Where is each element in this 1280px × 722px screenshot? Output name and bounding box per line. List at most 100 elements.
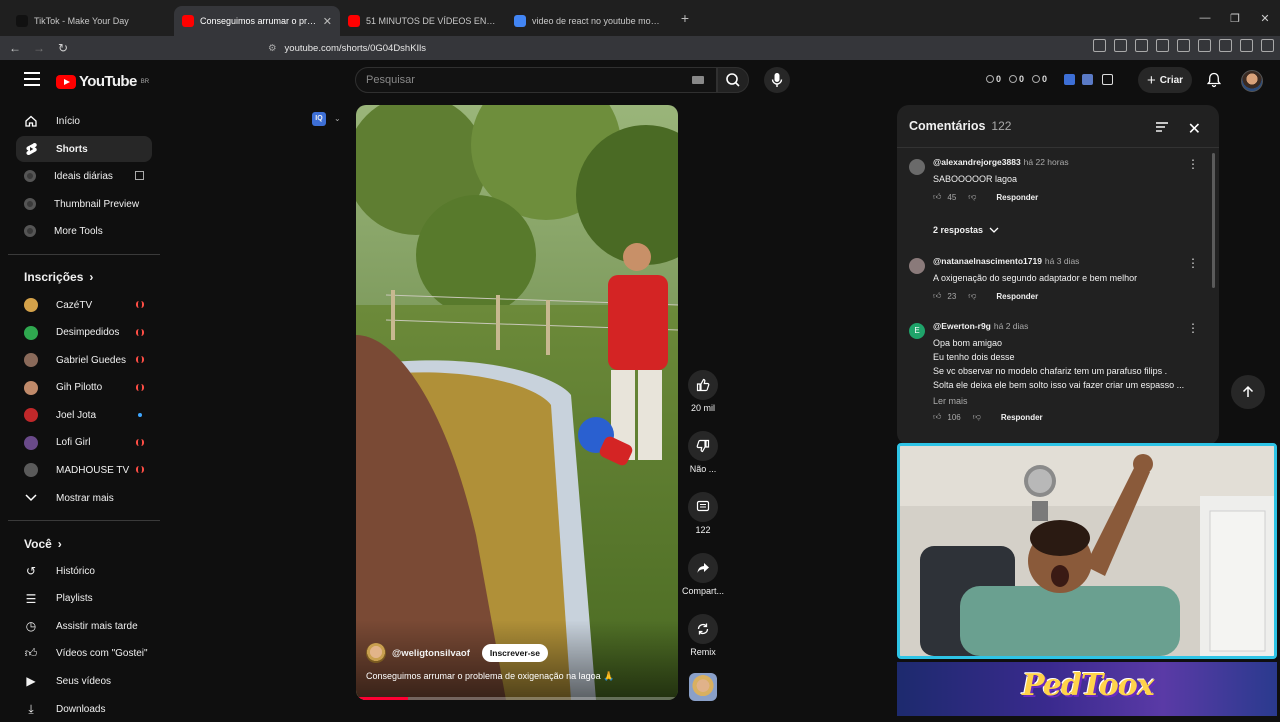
more-options-icon[interactable]: ⋮ [1187, 157, 1199, 171]
comment-author[interactable]: @natanaelnascimento1719 há 3 dias [933, 256, 1195, 266]
sidebar-item-you[interactable]: ▶ Seus vídeos [16, 668, 152, 694]
like-icon[interactable]: 👍︎ [933, 291, 941, 301]
share-button[interactable]: Compart... [682, 553, 724, 596]
sound-thumbnail[interactable] [689, 673, 717, 701]
previous-short-button[interactable] [1231, 375, 1265, 409]
comments-divider [897, 147, 1219, 148]
like-icon[interactable]: 👍︎ [933, 412, 941, 422]
extension-icon[interactable] [1177, 39, 1190, 52]
iq-extension-badge[interactable]: IQ [312, 112, 326, 126]
keyboard-icon[interactable] [692, 76, 704, 84]
subscription-item[interactable]: Gabriel Guedes [16, 347, 152, 373]
sidebar-item-you[interactable]: ⤓ Downloads [16, 696, 152, 722]
youtube-logo[interactable]: YouTube BR [56, 73, 149, 90]
extension-icon[interactable] [1135, 39, 1148, 52]
you-title: Você [24, 537, 52, 551]
show-more-button[interactable]: Mostrar mais [16, 485, 152, 511]
you-heading[interactable]: Você › [24, 537, 62, 551]
channel-name[interactable]: @weligtonsilvaof [392, 648, 470, 659]
shorts-video-player[interactable]: @weligtonsilvaof Inscrever-se Conseguimo… [356, 105, 678, 700]
extension-icon[interactable] [1198, 39, 1211, 52]
dislike-icon[interactable]: 👎︎ [968, 291, 976, 301]
sidebar-item-ideias[interactable]: Ideais diárias [16, 163, 152, 189]
dislike-button[interactable]: Não ... [682, 431, 724, 474]
sort-icon[interactable] [1155, 121, 1169, 133]
new-tab-button[interactable]: + [672, 10, 698, 26]
short-title[interactable]: Conseguimos arrumar o problema de oxigen… [366, 671, 614, 682]
chevron-down-icon[interactable]: ⌄ [334, 114, 341, 123]
read-more-link[interactable]: Ler mais [933, 396, 1195, 406]
extension-icon[interactable] [1240, 39, 1253, 52]
subscription-item[interactable]: Joel Jota [16, 402, 152, 428]
maximize-button[interactable]: ❐ [1220, 12, 1250, 25]
sidebar-item-home[interactable]: Início [16, 108, 152, 134]
sidebar-item-thumbnail-preview[interactable]: Thumbnail Preview [16, 191, 152, 217]
tab-favicon-icon [348, 15, 360, 27]
forward-button[interactable]: → [32, 41, 46, 55]
site-info-icon[interactable]: ⚙ [268, 43, 277, 54]
subscription-item[interactable]: Lofi Girl [16, 430, 152, 456]
sidebar-item-you[interactable]: ↺ Histórico [16, 558, 152, 584]
dislike-icon[interactable]: 👎︎ [968, 192, 976, 202]
comment-author[interactable]: @alexandrejorge3883 há 22 horas [933, 157, 1195, 167]
subscription-item[interactable]: CazéTV [16, 292, 152, 318]
subscribe-button[interactable]: Inscrever-se [481, 644, 548, 662]
trophy-icon[interactable] [1102, 74, 1113, 85]
video-progress-bar[interactable] [356, 697, 678, 700]
extension-icon[interactable] [1082, 74, 1093, 85]
account-avatar[interactable] [1241, 70, 1263, 92]
channel-avatar[interactable] [366, 643, 386, 663]
minimize-button[interactable]: — [1190, 12, 1220, 24]
sidebar-item-you[interactable]: ◷ Assistir mais tarde [16, 613, 152, 639]
browser-tab[interactable]: video de react no youtube monetiza [506, 6, 672, 36]
extension-icon[interactable] [1219, 39, 1232, 52]
logo-region: BR [140, 78, 150, 85]
browser-tab[interactable]: Conseguimos arrumar o problema ✕ [174, 6, 340, 36]
close-icon[interactable]: ✕ [1188, 119, 1201, 139]
view-replies-button[interactable]: 2 respostas [933, 225, 999, 235]
reply-button[interactable]: Responder [1001, 413, 1043, 422]
subscription-item[interactable]: Gih Pilotto [16, 375, 152, 401]
sidebar-item-shorts[interactable]: Shorts [16, 136, 152, 162]
comment-avatar[interactable] [909, 159, 925, 175]
create-button[interactable]: + Criar [1138, 67, 1192, 93]
extension-icon[interactable] [1093, 39, 1106, 52]
notifications-bell-icon[interactable] [1206, 72, 1222, 88]
hamburger-menu-icon[interactable] [24, 72, 40, 86]
comments-button[interactable]: 122 [682, 492, 724, 535]
reload-button[interactable]: ↻ [56, 41, 70, 55]
extension-icon[interactable] [1114, 39, 1127, 52]
comment-author[interactable]: @Ewerton-r9g há 2 dias [933, 321, 1195, 331]
sidebar-item-more-tools[interactable]: More Tools [16, 218, 152, 244]
reply-button[interactable]: Responder [996, 193, 1038, 202]
close-window-button[interactable]: ✕ [1250, 12, 1280, 25]
more-options-icon[interactable]: ⋮ [1187, 256, 1199, 270]
subscriptions-heading[interactable]: Inscrições › [24, 270, 93, 284]
close-tab-icon[interactable]: ✕ [323, 15, 332, 28]
sidebar-item-you[interactable]: 👍︎ Vídeos com "Gostei" [16, 641, 152, 667]
browser-tab[interactable]: TikTok - Make Your Day [8, 6, 174, 36]
subscription-item[interactable]: MADHOUSE TV [16, 457, 152, 483]
subscription-item[interactable]: Desimpedidos [16, 320, 152, 346]
more-options-icon[interactable]: ⋮ [1187, 321, 1199, 335]
address-bar[interactable]: ⚙ youtube.com/shorts/0G04DshKIls [260, 37, 920, 59]
extension-icon[interactable] [1156, 39, 1169, 52]
reply-button[interactable]: Responder [996, 292, 1038, 301]
search-input[interactable]: Pesquisar [355, 67, 717, 93]
back-button[interactable]: ← [8, 41, 22, 55]
comments-scrollbar[interactable] [1212, 153, 1215, 288]
search-button[interactable] [717, 67, 749, 93]
extension-icon[interactable] [1261, 39, 1274, 52]
sidebar-item-label: Downloads [56, 703, 106, 715]
like-icon[interactable]: 👍︎ [933, 192, 941, 202]
remix-button[interactable]: Remix [682, 614, 724, 657]
comment-avatar[interactable] [909, 258, 925, 274]
voice-search-button[interactable] [764, 67, 790, 93]
extension-badge-icon[interactable] [1064, 74, 1075, 85]
browser-tab[interactable]: 51 MINUTOS DE VÍDEOS ENGRAÇADOS [340, 6, 506, 36]
dislike-icon[interactable]: 👎︎ [973, 412, 981, 422]
like-button[interactable]: 20 mil [682, 370, 724, 413]
sidebar-item-you[interactable]: ☰ Playlists [16, 586, 152, 612]
sidebar: Início Shorts Ideais diárias Thumbnail P… [0, 100, 160, 720]
comment-avatar[interactable]: E [909, 323, 925, 339]
